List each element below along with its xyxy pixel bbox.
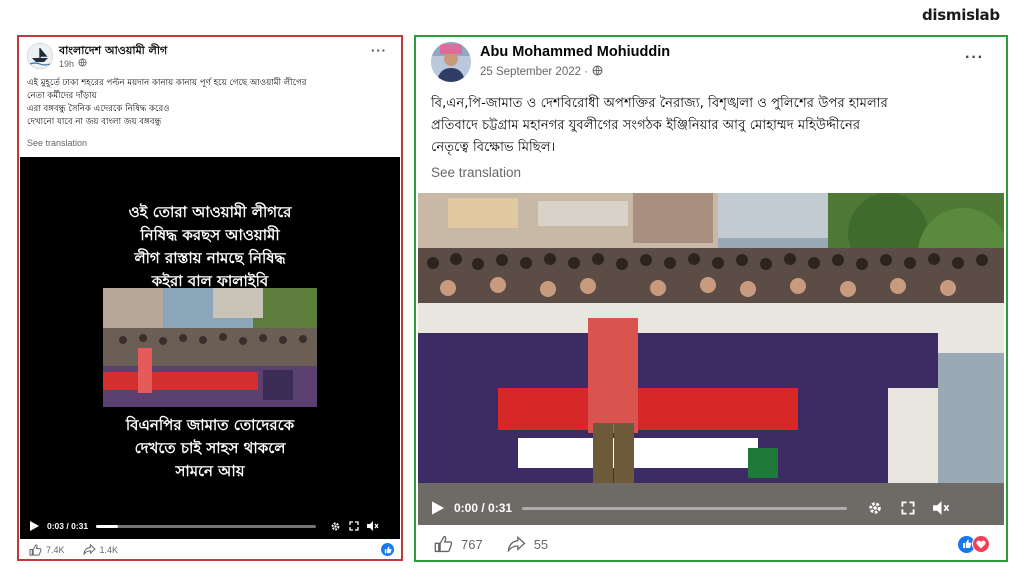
video-time: 0:03 / 0:31 <box>47 521 89 531</box>
post-time[interactable]: 19h <box>59 59 74 69</box>
rally-video-frame <box>418 193 1004 525</box>
reaction-icons <box>958 535 990 553</box>
video-player[interactable]: ওই তোরা আওয়ামী লীগরে নিষিদ্ধ করছস আওয়া… <box>20 157 400 539</box>
like-count: 767 <box>461 536 483 552</box>
video-controls: 0:03 / 0:31 <box>20 513 400 539</box>
caption-line: বি,এন,পি-জামাত ও দেশবিরোধী অপশক্তির নৈরা… <box>431 96 888 111</box>
caption-line: নেতা কর্মীদের দাঁড়ায় <box>27 91 97 101</box>
video-progress-bar[interactable] <box>96 524 317 528</box>
share-button[interactable]: 55 <box>507 536 548 552</box>
mute-icon[interactable] <box>933 501 950 515</box>
like-count: 7.4K <box>46 544 65 555</box>
video-overlay-top-text: ওই তোরা আওয়ামী লীগরে নিষিদ্ধ করছস আওয়া… <box>20 201 400 293</box>
share-count: 55 <box>533 536 549 552</box>
share-count: 1.4K <box>99 544 119 555</box>
post-author[interactable]: Abu Mohammed Mohiuddin <box>480 44 670 60</box>
caption-line: এরা বঙ্গবন্ধু সৈনিক এদেরকে নিষিদ্ধ করেও <box>27 104 170 114</box>
see-translation-link[interactable]: See translation <box>431 165 521 180</box>
share-arrow-icon <box>82 544 96 555</box>
profile-photo <box>431 42 471 82</box>
video-progress-fill <box>96 524 119 528</box>
reactions-bar: 767 55 <box>434 535 990 553</box>
overlay-line: লীগ রাস্তায় নামছে নিষিদ্ধ <box>134 249 286 267</box>
share-arrow-icon <box>507 536 526 552</box>
like-button[interactable]: 7.4K <box>29 543 65 556</box>
play-icon[interactable] <box>432 501 444 515</box>
caption-line: এই মুহূর্তে ঢাকা শহরের পল্টন ময়দান কানা… <box>27 78 307 88</box>
overlay-line: ওই তোরা আওয়ামী লীগরে <box>128 203 292 221</box>
globe-icon <box>592 65 603 79</box>
overlay-line: সামনে আয় <box>175 462 245 480</box>
video-controls: 0:00 / 0:31 <box>418 491 1004 525</box>
boat-logo-icon <box>27 43 53 69</box>
post-date[interactable]: 25 September 2022 · <box>480 66 588 78</box>
caption-line: নেতৃত্বে বিক্ষোভ মিছিল। <box>431 140 556 155</box>
fullscreen-icon[interactable] <box>901 501 915 515</box>
video-player[interactable]: 0:00 / 0:31 <box>418 193 1004 525</box>
post-caption: বি,এন,পি-জামাত ও দেশবিরোধী অপশক্তির নৈরা… <box>431 93 1001 159</box>
more-options-icon[interactable]: ··· <box>371 43 387 58</box>
mute-icon[interactable] <box>367 521 379 531</box>
right-facebook-post: Abu Mohammed Mohiuddin 25 September 2022… <box>414 35 1008 562</box>
like-reaction-icon <box>381 543 394 556</box>
like-button[interactable]: 767 <box>434 535 483 553</box>
globe-icon <box>78 58 87 69</box>
video-overlay-bottom-text: বিএনপির জামাত তোদেরকে দেখতে চাই সাহস থাক… <box>20 414 400 483</box>
overlay-line: দেখতে চাই সাহস থাকলে <box>134 439 286 457</box>
caption-line: দেখানো যাবে না জয় বাংলা জয় বঙ্গবন্ধু <box>27 117 162 127</box>
overlay-line: বিএনপির জামাত তোদেরকে <box>125 416 295 434</box>
more-options-icon[interactable]: ··· <box>965 49 984 67</box>
fullscreen-icon[interactable] <box>349 521 359 531</box>
thumbs-up-icon <box>434 535 453 553</box>
left-facebook-post: বাংলাদেশ আওয়ামী লীগ 19h ··· এই মুহূর্তে… <box>17 35 403 561</box>
overlay-line: নিষিদ্ধ করছস আওয়ামী <box>140 226 280 244</box>
post-caption: এই মুহূর্তে ঢাকা শহরের পল্টন ময়দান কানা… <box>27 77 393 129</box>
see-translation-link[interactable]: See translation <box>27 138 87 148</box>
love-reaction-icon <box>972 535 990 553</box>
share-button[interactable]: 1.4K <box>82 544 119 555</box>
caption-line: প্রতিবাদে চট্টগ্রাম মহানগর যুবলীগের সংগঠ… <box>431 118 861 133</box>
reactions-bar: 7.4K 1.4K <box>29 543 394 556</box>
play-icon[interactable] <box>30 521 39 531</box>
settings-gear-icon[interactable] <box>867 500 883 516</box>
video-progress-bar[interactable] <box>522 506 848 510</box>
dismislab-logo: dismislab <box>922 6 1000 24</box>
page-avatar[interactable] <box>27 43 53 69</box>
video-time: 0:00 / 0:31 <box>454 501 513 515</box>
video-thumbnail-rally <box>103 288 317 407</box>
author-avatar[interactable] <box>431 42 471 82</box>
settings-gear-icon[interactable] <box>330 521 341 532</box>
thumbs-up-icon <box>29 543 42 556</box>
